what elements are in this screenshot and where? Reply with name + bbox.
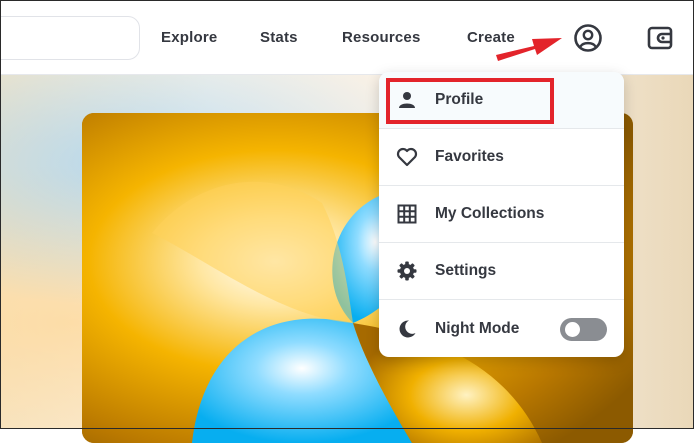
menu-item-night-mode[interactable]: Night Mode — [379, 300, 624, 357]
annotation-highlight-box — [386, 78, 554, 124]
menu-label-night-mode: Night Mode — [435, 319, 520, 337]
moon-icon — [396, 318, 418, 340]
gear-icon — [396, 260, 418, 282]
grid-icon — [396, 203, 418, 225]
menu-label-favorites: Favorites — [435, 148, 504, 165]
menu-label-settings: Settings — [435, 262, 497, 279]
nav-stats[interactable]: Stats — [260, 29, 298, 46]
nav-explore[interactable]: Explore — [161, 29, 217, 46]
night-mode-toggle[interactable] — [560, 318, 607, 341]
nav-resources[interactable]: Resources — [342, 29, 421, 46]
menu-item-my-collections[interactable]: My Collections — [379, 186, 624, 243]
menu-item-settings[interactable]: Settings — [379, 243, 624, 300]
nav-create[interactable]: Create — [467, 29, 515, 46]
account-circle-icon[interactable] — [572, 22, 604, 59]
top-navigation-bar: Explore Stats Resources Create — [0, 0, 694, 75]
toggle-knob — [565, 322, 580, 337]
menu-label-my-collections: My Collections — [435, 205, 545, 222]
heart-icon — [396, 146, 418, 168]
search-input[interactable] — [0, 16, 140, 60]
menu-item-favorites[interactable]: Favorites — [379, 129, 624, 186]
wallet-icon[interactable] — [646, 24, 674, 57]
